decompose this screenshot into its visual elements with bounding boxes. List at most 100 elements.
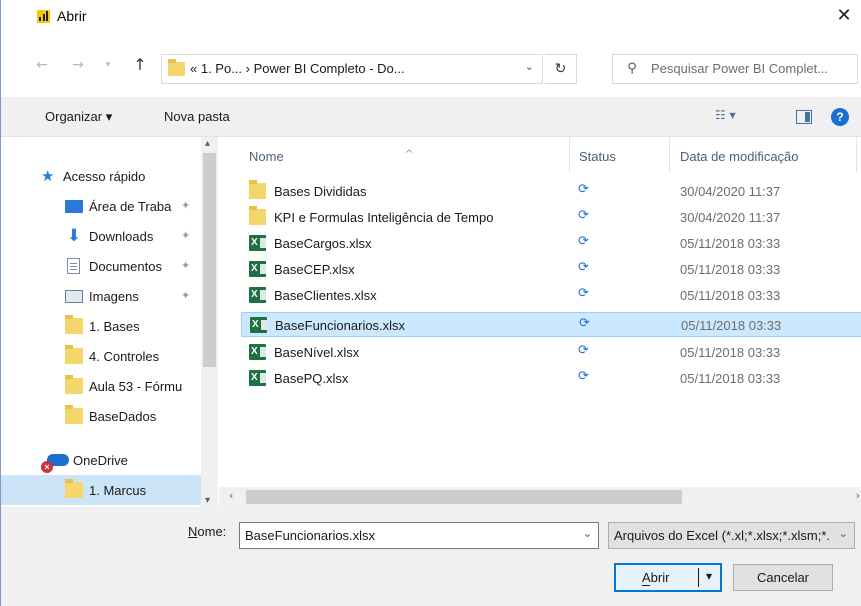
nav-item-quick-access[interactable]: ★ Acesso rápido: [1, 161, 201, 191]
filelist-horizontal-scrollbar[interactable]: ‹ ›: [219, 487, 861, 507]
open-options-dropdown-icon[interactable]: ▾: [706, 569, 712, 583]
sync-status-icon: ⟳: [578, 208, 589, 223]
chevron-down-icon[interactable]: ⌄: [525, 60, 534, 73]
organize-button[interactable]: Organizar ▾: [45, 109, 112, 125]
file-row[interactable]: X BaseCargos.xlsx ⟳ 05/11/2018 03:33: [241, 231, 861, 256]
recent-locations-icon[interactable]: ▾: [97, 54, 119, 76]
filename-field[interactable]: BaseFuncionarios.xlsx ⌄: [239, 522, 599, 549]
nav-item-label: Área de Traba: [89, 199, 172, 214]
open-file-dialog: Abrir ✕ ← → ▾ ↑ « 1. Po... › Power BI Co…: [0, 0, 861, 606]
file-list: Nome ^ Status Data de modificação Bases …: [219, 137, 861, 487]
sync-status-icon: ⟳: [578, 343, 589, 358]
file-row[interactable]: X BaseCEP.xlsx ⟳ 05/11/2018 03:33: [241, 257, 861, 282]
sync-status-icon: ⟳: [578, 286, 589, 301]
nav-item-documents[interactable]: Documentos ✦: [1, 251, 201, 281]
error-icon: ×: [41, 461, 53, 473]
star-icon: ★: [41, 167, 55, 185]
folder-icon: [65, 315, 83, 334]
desktop-icon: [65, 200, 83, 213]
folder-icon: [249, 180, 266, 199]
filename-value[interactable]: BaseFuncionarios.xlsx: [245, 528, 375, 543]
filename-label: Nome:: [188, 524, 227, 539]
search-icon: ⚲: [627, 61, 637, 76]
pin-icon[interactable]: ✦: [181, 259, 190, 272]
back-arrow-icon[interactable]: ←: [31, 54, 53, 76]
file-row[interactable]: Bases Divididas ⟳ 30/04/2020 11:37: [241, 179, 861, 204]
cancel-button[interactable]: Cancelar: [733, 564, 833, 591]
preview-pane-icon[interactable]: [796, 110, 812, 124]
help-icon[interactable]: ?: [831, 108, 849, 126]
document-icon: [67, 258, 80, 274]
scroll-right-icon[interactable]: ›: [856, 489, 860, 502]
pin-icon[interactable]: ✦: [181, 289, 190, 302]
window-title: Abrir: [57, 8, 87, 24]
address-bar[interactable]: « 1. Po... › Power BI Completo - Do... ⌄: [161, 54, 543, 84]
nav-item-label: 4. Controles: [89, 349, 160, 364]
folder-icon: [249, 206, 266, 225]
title-bar: Abrir ✕: [1, 0, 861, 34]
column-header-name[interactable]: Nome: [249, 149, 284, 164]
nav-item-folder[interactable]: 1. Marcus: [1, 475, 201, 505]
column-divider[interactable]: [569, 137, 570, 173]
search-placeholder: Pesquisar Power BI Complet...: [651, 61, 829, 76]
excel-file-icon: X: [249, 235, 266, 251]
sync-status-icon: ⟳: [578, 369, 589, 384]
file-type-select[interactable]: Arquivos do Excel (*.xl;*.xlsx;*.xlsm;*.…: [608, 522, 855, 549]
scroll-up-icon[interactable]: ▴: [205, 138, 210, 149]
close-icon[interactable]: ✕: [832, 4, 856, 28]
sync-status-icon: ⟳: [578, 234, 589, 249]
search-input[interactable]: ⚲ Pesquisar Power BI Complet...: [612, 54, 858, 84]
up-arrow-icon[interactable]: ↑: [129, 54, 151, 76]
refresh-icon[interactable]: ↻: [545, 54, 577, 84]
cancel-button-label: Cancelar: [756, 570, 810, 585]
file-name: KPI e Formulas Inteligência de Tempo: [274, 210, 494, 225]
file-name: BaseFuncionarios.xlsx: [275, 318, 406, 333]
view-options-icon[interactable]: ☷ ▾: [715, 108, 736, 122]
scrollbar-thumb[interactable]: [203, 153, 216, 367]
file-date: 05/11/2018 03:33: [680, 236, 781, 251]
new-folder-button[interactable]: Nova pasta: [164, 109, 230, 124]
forward-arrow-icon[interactable]: →: [67, 54, 89, 76]
file-date: 30/04/2020 11:37: [680, 210, 781, 225]
scroll-left-icon[interactable]: ‹: [229, 489, 233, 502]
download-icon: ⬇: [66, 226, 82, 246]
open-button-label: Abrir: [642, 570, 670, 586]
file-row[interactable]: KPI e Formulas Inteligência de Tempo ⟳ 3…: [241, 205, 861, 230]
pin-icon[interactable]: ✦: [181, 199, 190, 212]
file-type-value: Arquivos do Excel (*.xl;*.xlsx;*.xlsm;*.…: [614, 528, 830, 543]
sync-status-icon: ⟳: [579, 316, 590, 331]
navpane-scrollbar[interactable]: ▴ ▾: [201, 137, 218, 511]
nav-item-folder[interactable]: 4. Controles: [1, 341, 201, 371]
sort-ascending-icon: ^: [405, 149, 414, 160]
chevron-down-icon[interactable]: ⌄: [839, 527, 848, 540]
column-divider[interactable]: [669, 137, 670, 173]
file-date: 05/11/2018 03:33: [680, 345, 781, 360]
excel-file-icon: X: [249, 344, 266, 360]
nav-item-folder[interactable]: BaseDados: [1, 401, 201, 431]
pin-icon[interactable]: ✦: [181, 229, 190, 242]
scrollbar-thumb[interactable]: [246, 490, 682, 504]
file-row[interactable]: X BaseClientes.xlsx ⟳ 05/11/2018 03:33: [241, 283, 861, 308]
nav-item-downloads[interactable]: ⬇ Downloads ✦: [1, 221, 201, 251]
column-header-date[interactable]: Data de modificação: [680, 149, 799, 164]
column-divider[interactable]: [856, 137, 857, 173]
file-name: BaseCargos.xlsx: [274, 236, 372, 251]
image-icon: [65, 290, 83, 303]
chevron-down-icon[interactable]: ⌄: [583, 527, 592, 540]
file-date: 05/11/2018 03:33: [680, 288, 781, 303]
column-header-status[interactable]: Status: [579, 149, 616, 164]
breadcrumb[interactable]: « 1. Po... › Power BI Completo - Do...: [190, 61, 405, 76]
file-row[interactable]: X BasePQ.xlsx ⟳ 05/11/2018 03:33: [241, 366, 861, 391]
navigation-pane: ★ Acesso rápido Área de Traba ✦ ⬇ Downlo…: [1, 137, 219, 511]
file-row-selected[interactable]: X BaseFuncionarios.xlsx ⟳ 05/11/2018 03:…: [241, 312, 861, 337]
nav-item-folder[interactable]: Aula 53 - Fórmu: [1, 371, 201, 401]
file-date: 30/04/2020 11:37: [680, 184, 781, 199]
nav-item-images[interactable]: Imagens ✦: [1, 281, 201, 311]
nav-item-label: Aula 53 - Fórmu: [89, 379, 183, 394]
nav-item-desktop[interactable]: Área de Traba ✦: [1, 191, 201, 221]
nav-item-folder[interactable]: 1. Bases: [1, 311, 201, 341]
scroll-down-icon[interactable]: ▾: [205, 495, 210, 506]
nav-item-onedrive[interactable]: × OneDrive: [1, 445, 201, 475]
open-button[interactable]: Abrir ▾: [614, 563, 722, 592]
file-row[interactable]: X BaseNível.xlsx ⟳ 05/11/2018 03:33: [241, 340, 861, 365]
